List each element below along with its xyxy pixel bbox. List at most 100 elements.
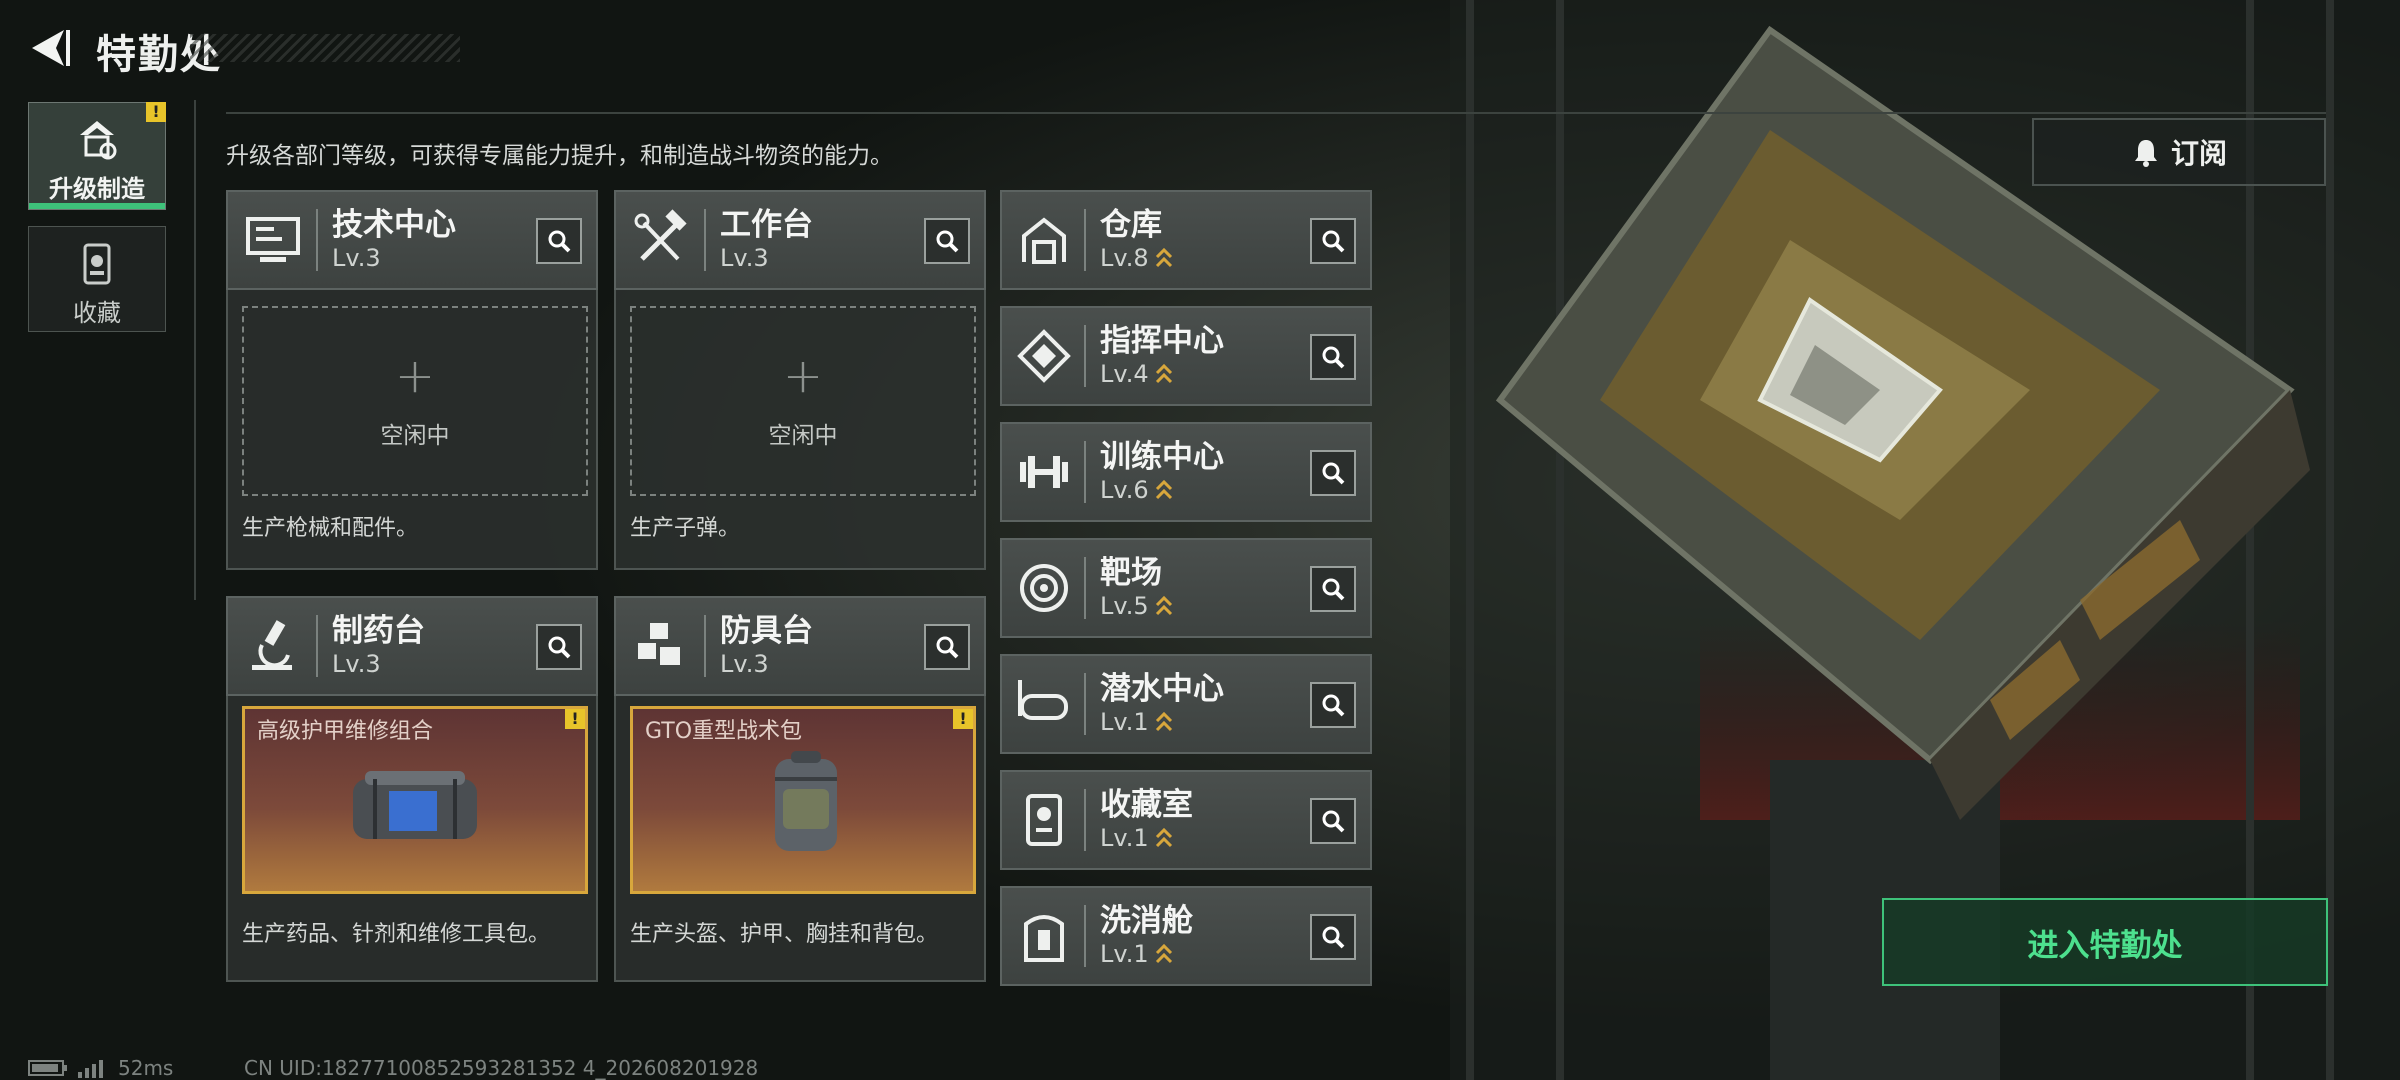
workstation-name: 工作台 [720,207,813,243]
upgrade-chevron-icon [1155,247,1172,268]
search-button[interactable] [1310,450,1356,496]
divider [194,100,196,600]
warehouse-icon [1022,217,1066,264]
separator [1084,325,1086,387]
separator [1084,557,1086,619]
search-button[interactable] [536,624,582,670]
upgrade-chevron-icon [1155,827,1172,848]
page-description: 升级各部门等级，可获得专属能力提升，和制造战斗物资的能力。 [226,143,893,169]
department-card[interactable]: 训练中心 Lv.6 [1000,422,1372,522]
workstation-description: 生产头盔、护甲、胸挂和背包。 [630,922,939,947]
department-level: Lv.1 [1100,824,1149,852]
upgrade-chevron-icon [1155,595,1172,616]
search-button[interactable] [1310,218,1356,264]
workstation-level: Lv.3 [720,244,769,272]
target-icon [1020,564,1068,612]
plus-icon: + [782,348,824,404]
search-button[interactable] [924,218,970,264]
title-stripe-decoration [190,34,460,62]
search-button[interactable] [1310,682,1356,728]
department-name: 靶场 [1100,555,1162,591]
department-level: Lv.8 [1100,244,1149,272]
trophy-case-icon [1026,794,1062,846]
slot-status: 空闲中 [768,423,838,449]
department-card[interactable]: 洗消舱 Lv.1 [1000,886,1372,986]
workstation-name: 技术中心 [332,207,456,243]
search-icon [548,230,571,253]
ping-text: 52ms [118,1056,174,1080]
upgrade-chevron-icon [1155,943,1172,964]
department-name: 训练中心 [1100,439,1224,475]
separator [1084,673,1086,735]
search-icon [1322,230,1345,253]
tactical-backpack-icon [775,751,837,851]
signal-icon [78,1060,103,1078]
enter-special-ops-button[interactable]: 进入特勤处 [1882,898,2328,986]
department-level: Lv.5 [1100,592,1149,620]
search-icon [1322,694,1345,717]
search-icon [1322,578,1345,601]
search-button[interactable] [1310,334,1356,380]
dumbbell-icon [1020,456,1068,488]
upgrade-chevron-icon [1155,363,1172,384]
subscribe-button[interactable]: 订阅 [2032,118,2326,186]
divider [226,112,2326,114]
department-card[interactable]: 潜水中心 Lv.1 [1000,654,1372,754]
department-card[interactable]: 指挥中心 Lv.4 [1000,306,1372,406]
search-button[interactable] [924,624,970,670]
status-bar: 52ms [28,1056,173,1080]
search-button[interactable] [536,218,582,264]
upgrade-chevron-icon [1155,479,1172,500]
workstation-level: Lv.3 [332,650,381,678]
empty-production-slot[interactable]: + 空闲中 [630,306,976,496]
production-item[interactable]: 高级护甲维修组合 ! [242,706,588,894]
decon-icon [1024,915,1064,962]
search-button[interactable] [1310,798,1356,844]
workstation-description: 生产子弹。 [630,516,741,541]
department-level: Lv.1 [1100,708,1149,736]
separator [316,209,318,271]
command-icon [1017,329,1071,383]
nav-tab-collection[interactable]: 收藏 [28,226,166,332]
separator [704,615,706,677]
nav-collection-label: 收藏 [73,299,121,327]
separator [1084,789,1086,851]
workstation-card-tech[interactable]: 技术中心 Lv.3 + 空闲中 生产枪械和配件。 [226,190,598,570]
bell-icon [2134,140,2157,167]
product-alert-badge: ! [565,709,585,729]
search-icon [1322,926,1345,949]
search-icon [1322,346,1345,369]
search-button[interactable] [1310,566,1356,612]
subscribe-label: 订阅 [2170,137,2227,170]
search-icon [1322,810,1345,833]
collection-icon [83,243,111,285]
workstation-name: 制药台 [332,613,425,649]
empty-production-slot[interactable]: + 空闲中 [242,306,588,496]
workstation-card-armor[interactable]: 防具台 Lv.3 GTO重型战术包 ! 生产头盔、护甲、胸挂和背包。 [614,596,986,982]
workstation-level: Lv.3 [332,244,381,272]
separator [704,209,706,271]
workstation-name: 防具台 [720,613,813,649]
upgrade-chevron-icon [1155,711,1172,732]
production-item[interactable]: GTO重型战术包 ! [630,706,976,894]
department-level: Lv.4 [1100,360,1149,388]
slot-status: 空闲中 [380,423,450,449]
repair-kit-bag-icon [353,771,477,839]
separator [1084,905,1086,967]
department-level: Lv.1 [1100,940,1149,968]
workstation-card-pharmacy[interactable]: 制药台 Lv.3 高级护甲维修组合 ! 生产药品、针剂和维修工具包。 [226,596,598,982]
search-icon [1322,462,1345,485]
nav-tab-upgrade[interactable]: ! 升级制造 [28,102,166,210]
nav-upgrade-label: 升级制造 [49,175,145,203]
search-button[interactable] [1310,914,1356,960]
department-name: 洗消舱 [1100,903,1193,939]
department-card[interactable]: 仓库 Lv.8 [1000,190,1372,290]
department-card[interactable]: 收藏室 Lv.1 [1000,770,1372,870]
product-alert-badge: ! [953,709,973,729]
monitor-icon [246,217,300,262]
department-name: 收藏室 [1100,787,1193,823]
workstation-card-workbench[interactable]: 工作台 Lv.3 + 空闲中 生产子弹。 [614,190,986,570]
search-icon [548,636,571,659]
back-arrow-icon[interactable] [26,24,74,72]
department-card[interactable]: 靶场 Lv.5 [1000,538,1372,638]
